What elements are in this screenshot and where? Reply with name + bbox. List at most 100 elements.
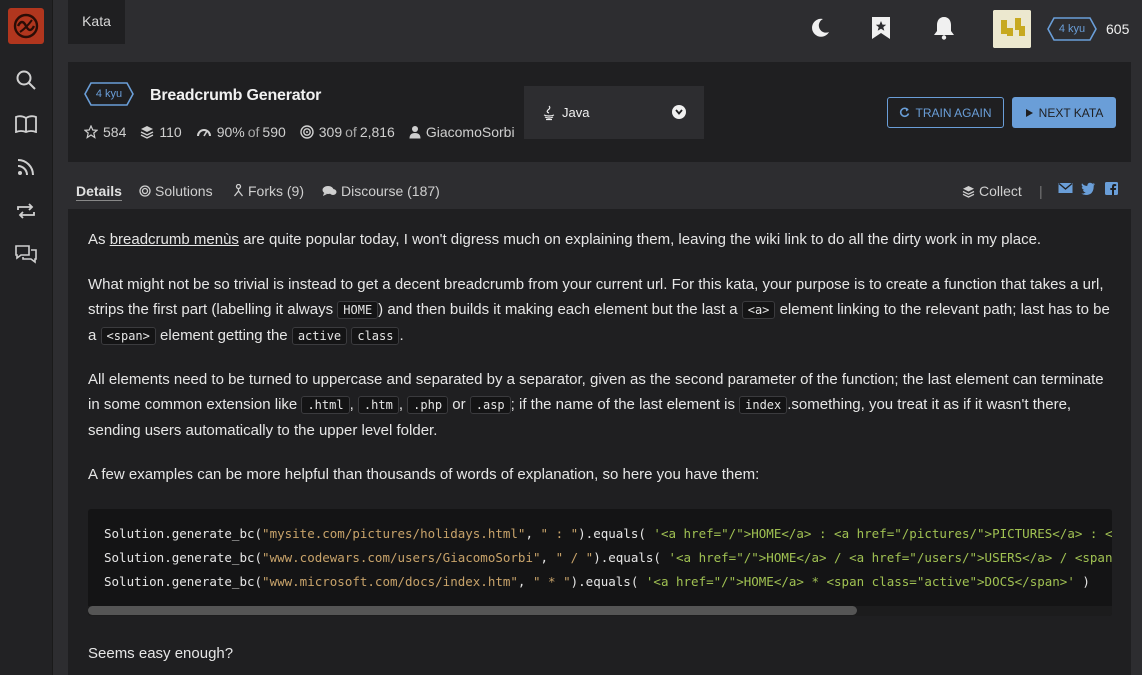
code-text: Solution.generate_bc( <box>104 526 263 541</box>
user-rank-label: 4 kyu <box>1058 23 1086 35</box>
layers-icon <box>962 185 975 198</box>
stars-count: 584 <box>103 124 127 140</box>
code-string: '<a href="/">HOME</a> / <a href="/users/… <box>668 550 1112 565</box>
description-paragraph-1: As breadcrumb menùs are quite popular to… <box>88 227 1118 252</box>
next-kata-label: NEXT KATA <box>1038 105 1104 120</box>
code-string: " / " <box>555 550 594 565</box>
p3-or: or <box>452 396 466 413</box>
code-string: '<a href="/">HOME</a> : <a href="/pictur… <box>653 526 1112 541</box>
tab-separator: | <box>1039 183 1043 199</box>
inline-code: <a> <box>741 301 776 319</box>
bell-icon[interactable] <box>931 15 957 41</box>
p3-sep: , <box>398 396 403 413</box>
completed-stat: 309 of 2,816 <box>300 124 395 140</box>
top-bar: Kata 4 kyu 605 <box>53 0 1142 62</box>
comments-icon <box>322 186 337 196</box>
description-paragraph-4: A few examples can be more helpful than … <box>88 466 760 483</box>
kata-header: 4 kyu Breadcrumb Generator 584 110 90% o… <box>68 62 1131 162</box>
p2-text-d: element getting the <box>160 327 288 344</box>
code-text: , <box>525 526 541 541</box>
code-line-2: Solution.generate_bc("www.codewars.com/u… <box>104 550 1112 565</box>
tab-discourse[interactable]: Discourse (187) <box>322 183 440 199</box>
code-text: Solution.generate_bc( <box>104 550 263 565</box>
breadcrumb-wiki-link[interactable]: breadcrumb menùs <box>110 231 239 248</box>
fork-icon <box>233 184 244 197</box>
inline-code: index <box>739 396 788 414</box>
satisfaction-stat: 90% of 590 <box>196 124 286 140</box>
train-again-label: TRAIN AGAIN <box>915 105 992 120</box>
tab-details[interactable]: Details <box>76 183 122 201</box>
code-text: ).equals( <box>570 574 646 589</box>
description-paragraph-2: What might not be so trivial is instead … <box>88 272 1118 349</box>
book-icon[interactable] <box>14 112 38 136</box>
left-sidebar <box>0 0 53 675</box>
facebook-icon[interactable] <box>1105 182 1122 195</box>
user-icon <box>409 126 421 139</box>
java-icon <box>543 105 555 120</box>
target-icon <box>139 185 151 197</box>
p3-text-b: ; if the name of the last element is <box>510 396 735 413</box>
email-icon[interactable] <box>1058 182 1077 194</box>
inline-code: .html <box>301 396 350 414</box>
collect-label: Collect <box>979 183 1022 199</box>
kata-stats: 584 110 90% of 590 309 of 2,816 GiacomoS… <box>84 124 529 140</box>
p2-text-e: . <box>399 327 404 344</box>
honor-count: 605 <box>1106 21 1130 37</box>
code-string: " * " <box>532 574 571 589</box>
search-icon[interactable] <box>14 68 38 92</box>
stars-stat[interactable]: 584 <box>84 124 126 140</box>
kata-description: As breadcrumb menùs are quite popular to… <box>68 209 1131 675</box>
code-text: , <box>517 574 533 589</box>
code-text: Solution.generate_bc( <box>104 574 263 589</box>
code-text: ) <box>1074 574 1090 589</box>
language-select[interactable]: Java <box>524 86 704 139</box>
logo-icon[interactable] <box>8 8 44 44</box>
kata-nav-tab[interactable]: Kata <box>68 0 125 44</box>
rss-icon[interactable] <box>14 155 38 179</box>
kata-rank-badge: 4 kyu <box>84 82 134 106</box>
code-text: , <box>540 550 556 565</box>
repeat-icon[interactable] <box>14 199 38 223</box>
completed-count: 309 <box>318 124 343 140</box>
collect-button[interactable]: Collect <box>962 183 1022 199</box>
inline-code: active <box>291 327 348 345</box>
chevron-down-icon <box>672 105 686 119</box>
tab-solutions[interactable]: Solutions <box>139 183 213 199</box>
code-text: ).equals( <box>593 550 669 565</box>
code-string: "www.codewars.com/users/GiacomoSorbi" <box>262 550 541 565</box>
code-scrollbar-thumb[interactable] <box>88 606 857 615</box>
code-string: " : " <box>540 526 579 541</box>
chat-icon[interactable] <box>14 243 38 267</box>
code-string: "www.microsoft.com/docs/index.htm" <box>262 574 518 589</box>
satisfaction-of: of <box>247 124 260 140</box>
tab-forks[interactable]: Forks (9) <box>233 183 304 199</box>
layers-icon <box>141 126 154 139</box>
p2-text-b: ) and then builds it making each element… <box>378 301 738 318</box>
tab-discourse-label: Discourse (187) <box>341 183 440 199</box>
avatar[interactable] <box>993 10 1031 48</box>
completed-of: of <box>345 124 357 140</box>
tab-solutions-label: Solutions <box>155 183 213 199</box>
inline-code: class <box>351 327 400 345</box>
play-icon <box>1025 108 1033 117</box>
bookmark-star-icon[interactable] <box>868 15 894 41</box>
user-rank-badge[interactable]: 4 kyu <box>1047 17 1097 41</box>
moon-icon[interactable] <box>807 15 833 41</box>
kata-title: Breadcrumb Generator <box>150 87 322 104</box>
inline-code: .htm <box>357 396 399 414</box>
target-icon <box>300 125 314 139</box>
twitter-icon[interactable] <box>1081 182 1100 195</box>
code-example-block[interactable]: Solution.generate_bc("mysite.com/picture… <box>88 509 1112 616</box>
kata-rank-label: 4 kyu <box>95 88 123 100</box>
refresh-icon <box>900 107 910 118</box>
tab-forks-label: Forks (9) <box>248 183 304 199</box>
train-again-button[interactable]: TRAIN AGAIN <box>887 97 1004 128</box>
inline-code: <span> <box>100 327 156 345</box>
author-stat[interactable]: GiacomoSorbi <box>409 124 515 140</box>
next-kata-button[interactable]: NEXT KATA <box>1012 97 1116 128</box>
attempts-count: 2,816 <box>359 124 395 140</box>
description-paragraph-5: Seems easy enough? <box>88 645 234 662</box>
p3-sep: , <box>349 396 354 413</box>
collections-count: 110 <box>159 124 182 140</box>
inline-code: HOME <box>337 301 379 319</box>
